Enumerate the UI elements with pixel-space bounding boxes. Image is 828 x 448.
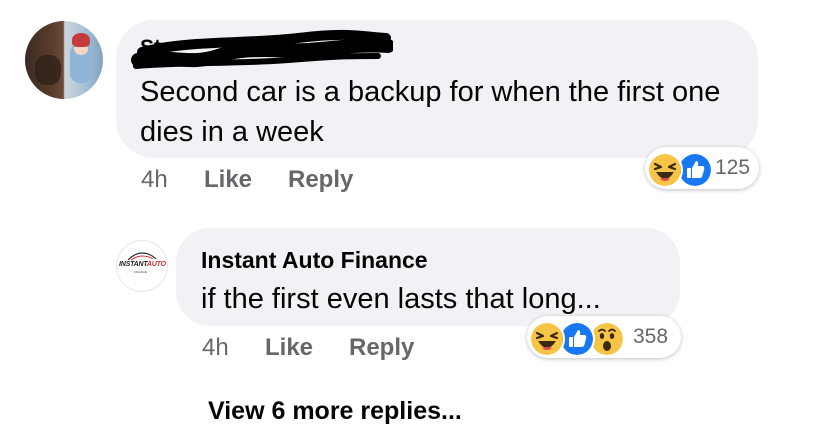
- reply-text: if the first even lasts that long...: [201, 283, 601, 315]
- reply-reaction-count: 358: [633, 325, 669, 348]
- commenter-avatar[interactable]: [25, 21, 103, 99]
- comment-timestamp[interactable]: 4h: [141, 166, 168, 194]
- like-link[interactable]: Like: [204, 166, 252, 194]
- reply-like-link[interactable]: Like: [265, 334, 313, 362]
- reaction-summary[interactable]: 125: [645, 147, 759, 189]
- reply-link[interactable]: Reply: [288, 166, 353, 194]
- haha-icon: [647, 152, 683, 188]
- page-avatar[interactable]: INSTANTAUTO FINANCE: [116, 240, 168, 292]
- avatar-photo-shape: [35, 55, 61, 85]
- haha-icon: [529, 321, 565, 357]
- reply-reply-link[interactable]: Reply: [349, 334, 414, 362]
- view-more-replies-link[interactable]: View 6 more replies...: [208, 397, 462, 426]
- reply-timestamp[interactable]: 4h: [202, 334, 229, 362]
- avatar-photo-shape: [72, 33, 90, 47]
- reaction-count: 125: [715, 156, 751, 179]
- car-logo-icon: [127, 252, 157, 261]
- reply-reaction-summary[interactable]: 358: [527, 316, 681, 358]
- logo-wordmark: INSTANTAUTO: [119, 261, 166, 268]
- reply-author-name[interactable]: Instant Auto Finance: [201, 247, 428, 274]
- comment-text: Second car is a backup for when the firs…: [140, 76, 721, 148]
- logo-subtext: FINANCE: [134, 270, 148, 274]
- redaction-scribble: [131, 29, 393, 69]
